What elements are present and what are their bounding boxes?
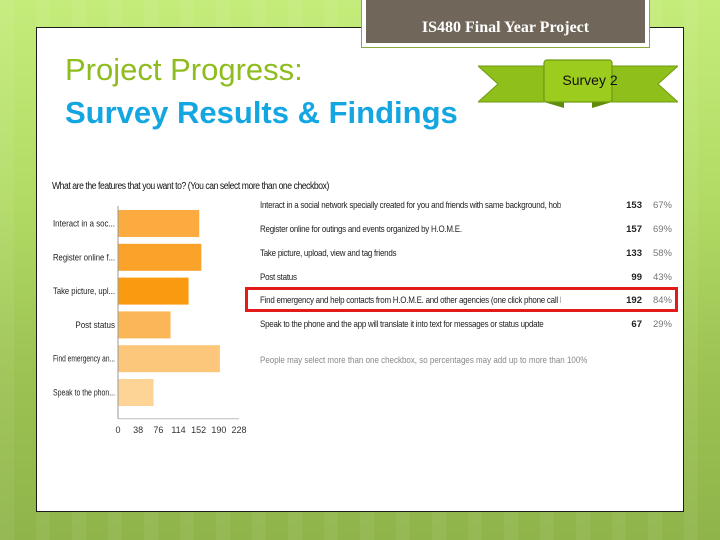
- row-percent: 29%: [652, 318, 672, 330]
- highlight-box: [245, 287, 678, 312]
- table-row: Interact in a social network specially c…: [260, 198, 672, 212]
- table-row: Take picture, upload, view and tag frien…: [260, 246, 672, 260]
- row-count: 157: [626, 223, 642, 235]
- row-label: Post status: [260, 271, 297, 283]
- row-label: Take picture, upload, view and tag frien…: [260, 247, 397, 259]
- bar-0: [118, 210, 200, 237]
- category-label: Take picture, upl...: [53, 286, 115, 296]
- category-label: Register online f...: [53, 252, 115, 262]
- bar-3: [118, 311, 171, 339]
- category-label: Find emergency an...: [53, 354, 115, 364]
- row-count: 99: [631, 271, 642, 283]
- category-label: Interact in a soc...: [53, 219, 115, 229]
- row-label: Speak to the phone and the app will tran…: [260, 318, 544, 330]
- row-percent: 67%: [652, 199, 672, 211]
- x-tick-label: 0: [115, 425, 120, 435]
- row-percent: 69%: [652, 223, 672, 235]
- bar-4: [118, 345, 220, 373]
- bar-2: [118, 277, 189, 305]
- category-label: Speak to the phon...: [53, 388, 115, 398]
- x-tick-label: 76: [153, 425, 163, 435]
- row-percent: 58%: [652, 247, 672, 259]
- table-row: Post status 99 43%: [260, 270, 672, 284]
- row-count: 67: [631, 318, 642, 330]
- x-tick-label: 114: [171, 425, 185, 435]
- row-label: Register online for outings and events o…: [260, 223, 462, 235]
- row-count: 153: [626, 199, 642, 211]
- bar-1: [118, 243, 202, 271]
- row-count: 133: [626, 247, 642, 259]
- x-tick-label: 190: [211, 425, 226, 435]
- x-tick-label: 228: [231, 425, 246, 435]
- bar-5: [118, 379, 154, 406]
- x-tick-label: 38: [133, 425, 143, 435]
- row-percent: 43%: [652, 271, 672, 283]
- results-note: People may select more than one checkbox…: [260, 355, 588, 366]
- x-tick-label: 152: [191, 425, 206, 435]
- table-row: Register online for outings and events o…: [260, 222, 672, 236]
- row-label: Interact in a social network specially c…: [260, 199, 561, 211]
- category-label: Post status: [75, 320, 115, 330]
- table-row: Speak to the phone and the app will tran…: [260, 317, 672, 331]
